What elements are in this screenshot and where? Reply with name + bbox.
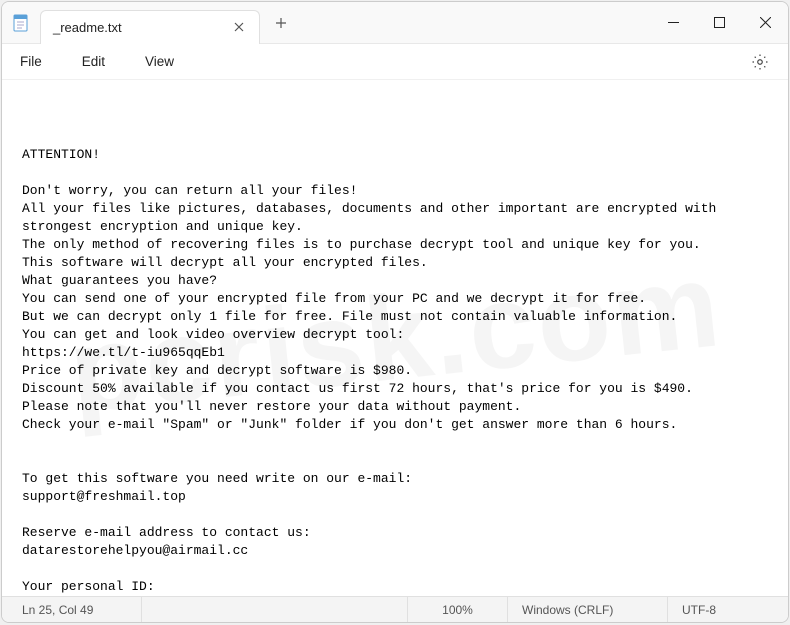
text-line: Price of private key and decrypt softwar… <box>22 363 412 378</box>
menubar: File Edit View <box>2 44 788 80</box>
text-line: support@freshmail.top <box>22 489 186 504</box>
text-line: Please note that you'll never restore yo… <box>22 399 521 414</box>
text-line: The only method of recovering files is t… <box>22 237 701 252</box>
tab-title: _readme.txt <box>53 20 231 35</box>
status-encoding[interactable]: UTF-8 <box>668 597 788 622</box>
text-line: ATTENTION! <box>22 147 100 162</box>
status-position[interactable]: Ln 25, Col 49 <box>2 597 142 622</box>
text-line: But we can decrypt only 1 file for free.… <box>22 309 677 324</box>
text-line: https://we.tl/t-iu965qqEb1 <box>22 345 225 360</box>
notepad-icon <box>12 14 30 32</box>
titlebar: _readme.txt <box>2 2 788 44</box>
tab-close-button[interactable] <box>231 19 247 35</box>
text-line: All your files like pictures, databases,… <box>22 201 724 234</box>
text-line: Reserve e-mail address to contact us: <box>22 525 311 540</box>
new-tab-button[interactable] <box>266 8 296 38</box>
maximize-button[interactable] <box>696 2 742 44</box>
status-zoom[interactable]: 100% <box>408 597 508 622</box>
menu-file[interactable]: File <box>10 50 60 73</box>
status-eol[interactable]: Windows (CRLF) <box>508 597 668 622</box>
tab-readme[interactable]: _readme.txt <box>40 10 260 44</box>
text-line: Your personal ID: <box>22 579 155 594</box>
text-content-area[interactable]: pcrisk.com ATTENTION! Don't worry, you c… <box>2 80 788 596</box>
text-line: Check your e-mail "Spam" or "Junk" folde… <box>22 417 677 432</box>
statusbar: Ln 25, Col 49 100% Windows (CRLF) UTF-8 <box>2 596 788 622</box>
text-line: This software will decrypt all your encr… <box>22 255 428 270</box>
text-line: What guarantees you have? <box>22 273 217 288</box>
text-line: You can get and look video overview decr… <box>22 327 404 342</box>
notepad-window: _readme.txt File Edit View <box>1 1 789 623</box>
settings-button[interactable] <box>746 48 774 76</box>
text-line: To get this software you need write on o… <box>22 471 412 486</box>
minimize-button[interactable] <box>650 2 696 44</box>
menu-edit[interactable]: Edit <box>72 50 123 73</box>
text-line: Discount 50% available if you contact us… <box>22 381 693 396</box>
menu-view[interactable]: View <box>135 50 192 73</box>
window-controls <box>650 2 788 44</box>
close-button[interactable] <box>742 2 788 44</box>
text-line: Don't worry, you can return all your fil… <box>22 183 357 198</box>
text-line: datarestorehelpyou@airmail.cc <box>22 543 248 558</box>
text-line: You can send one of your encrypted file … <box>22 291 646 306</box>
status-spacer <box>142 597 408 622</box>
